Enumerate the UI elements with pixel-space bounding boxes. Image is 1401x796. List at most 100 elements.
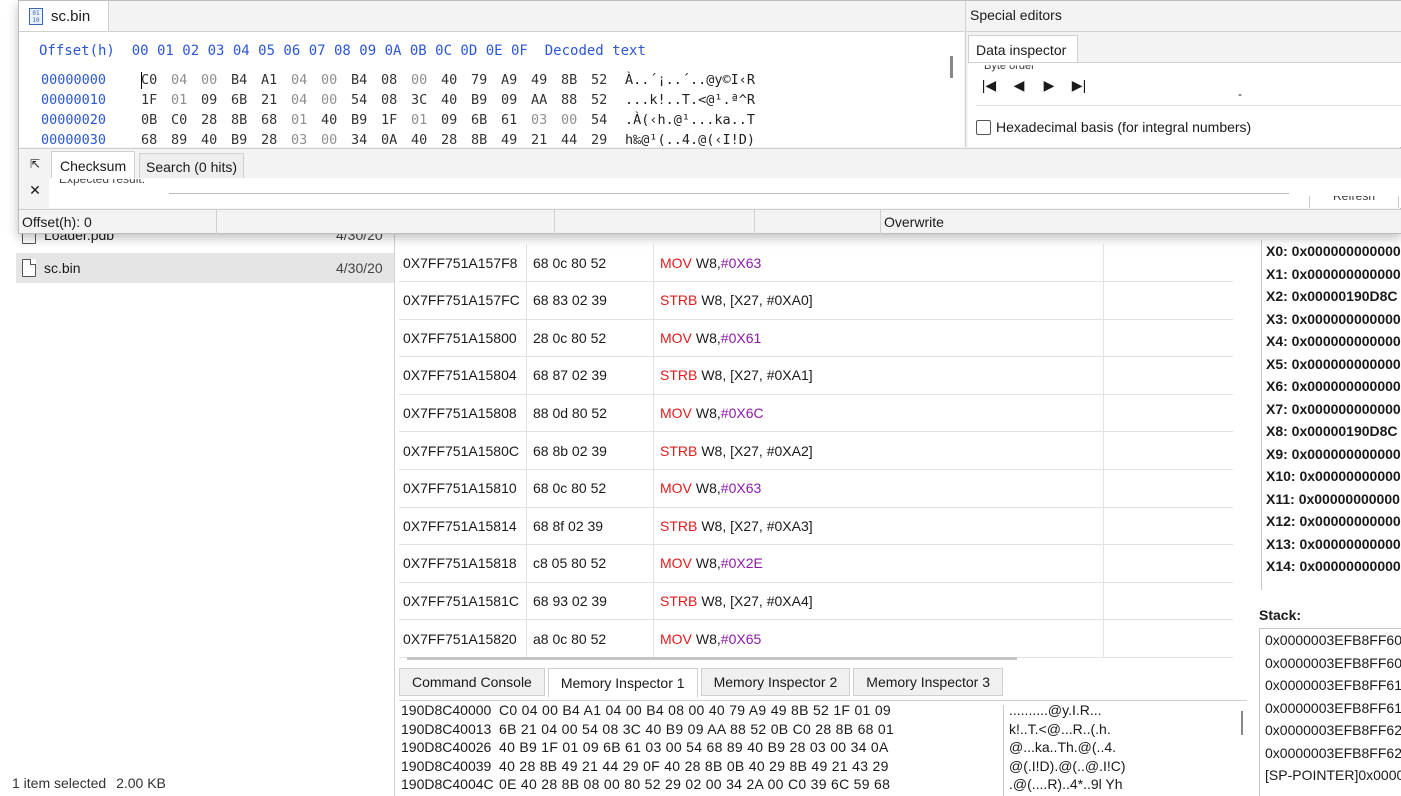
hex-row[interactable]: 00000000 C0 04 00 B4 A1 04 00 B4 08 00 40 79 A9 49 8B 52… xyxy=(41,70,755,90)
hex-byte[interactable]: 8B xyxy=(231,110,261,130)
disasm-row[interactable]: 0X7FF751A15814 68 8f 02 39 STRB W8, [X27, #… xyxy=(399,507,1233,546)
hex-byte[interactable]: A1 xyxy=(261,70,291,90)
tab-data-inspector[interactable]: Data inspector xyxy=(968,35,1078,63)
memory-row[interactable]: 190D8C40013 6B 21 04 00 54 08 3C 40 B9 09… xyxy=(399,720,1247,739)
file-row-sc-bin[interactable]: sc.bin 4/30/20 xyxy=(16,253,396,283)
file-tab-sc-bin[interactable]: 01 10 sc.bin xyxy=(19,1,109,31)
disasm-row[interactable]: 0X7FF751A15808 88 0d 80 52 MOV W8, #0X6C xyxy=(399,394,1233,433)
disasm-row[interactable]: 0X7FF751A1580C 68 8b 02 39 STRB W8, [X27, #… xyxy=(399,432,1233,470)
hex-byte[interactable]: A9 xyxy=(501,70,531,90)
hex-byte[interactable]: 09 xyxy=(441,110,471,130)
hex-byte[interactable]: 61 xyxy=(501,110,531,130)
hex-byte[interactable]: 54 xyxy=(591,110,621,130)
hex-byte[interactable]: 21 xyxy=(531,130,561,147)
hex-byte[interactable]: 00 xyxy=(321,130,351,147)
tab-memory-inspector-3[interactable]: Memory Inspector 3 xyxy=(853,668,1003,696)
hex-byte[interactable]: 04 xyxy=(171,70,201,90)
hex-scrollbar[interactable] xyxy=(950,56,953,78)
disasm-row[interactable]: 0X7FF751A15800 28 0c 80 52 MOV W8, #0X61 xyxy=(399,319,1233,358)
hex-byte[interactable]: 29 xyxy=(591,130,621,147)
hex-byte[interactable]: 6B xyxy=(471,110,501,130)
hex-byte[interactable]: B9 xyxy=(471,90,501,110)
hex-byte[interactable]: 34 xyxy=(351,130,381,147)
hex-byte[interactable]: 40 xyxy=(411,130,441,147)
hex-byte[interactable]: 8B xyxy=(561,70,591,90)
hex-byte[interactable]: 88 xyxy=(561,90,591,110)
disasm-row[interactable]: 0X7FF751A15818 c8 05 80 52 MOV W8, #0X2E xyxy=(399,544,1233,583)
hex-byte[interactable]: 28 xyxy=(261,130,291,147)
tab-checksum[interactable]: Checksum xyxy=(51,151,136,179)
memory-row[interactable]: 190D8C4004C 0E 40 28 8B 08 00 80 52 29 02… xyxy=(399,775,1247,794)
hex-row[interactable]: 00000030 68 89 40 B9 28 03 00 34 0A 40 28 8B 49 21 44 29… xyxy=(41,130,755,147)
memory-row[interactable]: 190D8C40000 C0 04 00 B4 A1 04 00 B4 08 00… xyxy=(399,701,1247,720)
hex-byte[interactable]: 28 xyxy=(201,110,231,130)
hex-byte[interactable]: 0A xyxy=(381,130,411,147)
hex-byte[interactable]: 49 xyxy=(501,130,531,147)
hex-byte[interactable]: 00 xyxy=(561,110,591,130)
hex-row[interactable]: 00000010 1F 01 09 6B 21 04 00 54 08 3C 40 B9 09 AA 88 52… xyxy=(41,90,755,110)
hex-byte[interactable]: 08 xyxy=(381,70,411,90)
hex-byte[interactable]: 09 xyxy=(501,90,531,110)
hex-byte[interactable]: 00 xyxy=(321,90,351,110)
hex-byte[interactable]: 09 xyxy=(201,90,231,110)
hex-byte[interactable]: 0B xyxy=(141,110,171,130)
disasm-row[interactable]: 0X7FF751A15810 68 0c 80 52 MOV W8, #0X63 xyxy=(399,469,1233,508)
last-icon[interactable]: ▶| xyxy=(1070,77,1088,94)
hex-byte[interactable]: 00 xyxy=(321,70,351,90)
hex-byte[interactable]: 8B xyxy=(471,130,501,147)
disasm-row[interactable]: 0X7FF751A1581C 68 93 02 39 STRB W8, [X27, #… xyxy=(399,582,1233,621)
hex-row[interactable]: 00000020 0B C0 28 8B 68 01 40 B9 1F 01 09 6B 61 03 00 54… xyxy=(41,110,755,130)
hex-byte[interactable]: 00 xyxy=(411,70,441,90)
tab-command-console[interactable]: Command Console xyxy=(399,668,545,696)
hex-byte[interactable]: 03 xyxy=(291,130,321,147)
tab-search[interactable]: Search (0 hits) xyxy=(139,153,245,179)
hex-byte[interactable]: 04 xyxy=(291,70,321,90)
memory-inspector-view[interactable]: 190D8C40000 C0 04 00 B4 A1 04 00 B4 08 00… xyxy=(399,700,1247,796)
previous-icon[interactable]: ◀ xyxy=(1010,77,1028,94)
disasm-row[interactable]: 0X7FF751A157F8 68 0c 80 52 MOV W8, #0X63 xyxy=(399,244,1233,282)
hex-byte[interactable]: 08 xyxy=(381,90,411,110)
hex-byte[interactable]: 3C xyxy=(411,90,441,110)
disasm-row[interactable]: 0X7FF751A15804 68 87 02 39 STRB W8, [X27, #… xyxy=(399,356,1233,395)
hex-byte[interactable]: B4 xyxy=(351,70,381,90)
hex-byte[interactable]: 79 xyxy=(471,70,501,90)
hex-view[interactable]: Offset(h) 00 01 02 03 04 05 06 07 08 09 … xyxy=(19,31,964,147)
hex-byte[interactable]: 03 xyxy=(531,110,561,130)
disassembly-table[interactable]: 0X7FF751A157F8 68 0c 80 52 MOV W8, #0X63 0X7… xyxy=(399,228,1235,658)
hex-byte[interactable]: B4 xyxy=(231,70,261,90)
first-icon[interactable]: |◀ xyxy=(980,77,998,94)
hex-byte[interactable]: 68 xyxy=(261,110,291,130)
hex-byte[interactable]: 40 xyxy=(201,130,231,147)
next-icon[interactable]: ▶ xyxy=(1040,77,1058,94)
checkbox-box[interactable] xyxy=(976,119,991,135)
tab-memory-inspector-2[interactable]: Memory Inspector 2 xyxy=(700,668,851,696)
hex-byte[interactable]: 44 xyxy=(561,130,591,147)
memory-row[interactable]: 190D8C40039 40 28 8B 49 21 44 29 0F 40 28… xyxy=(399,757,1247,776)
hex-byte[interactable]: C0 xyxy=(141,70,171,90)
hex-byte[interactable]: 04 xyxy=(291,90,321,110)
hex-byte[interactable]: 1F xyxy=(141,90,171,110)
hex-byte[interactable]: B9 xyxy=(231,130,261,147)
hex-byte[interactable]: 89 xyxy=(171,130,201,147)
disasm-row[interactable]: 0X7FF751A15820 a8 0c 80 52 MOV W8, #0X65 xyxy=(399,620,1233,658)
hex-byte[interactable]: 54 xyxy=(351,90,381,110)
hex-byte[interactable]: 52 xyxy=(591,70,621,90)
hex-basis-checkbox[interactable]: Hexadecimal basis (for integral numbers) xyxy=(976,119,1251,135)
hex-byte[interactable]: 6B xyxy=(231,90,261,110)
hex-byte[interactable]: 01 xyxy=(411,110,441,130)
hex-byte[interactable]: 40 xyxy=(441,90,471,110)
close-icon[interactable]: ✕ xyxy=(23,177,47,203)
hex-byte[interactable]: 68 xyxy=(141,130,171,147)
memory-scrollbar[interactable] xyxy=(1241,711,1243,735)
refresh-button[interactable]: Refresh xyxy=(1309,196,1399,208)
hex-byte[interactable]: 01 xyxy=(291,110,321,130)
pin-icon[interactable]: ⇱ xyxy=(23,151,47,177)
hex-byte[interactable]: AA xyxy=(531,90,561,110)
expected-result-input[interactable] xyxy=(169,188,1289,194)
hex-byte[interactable]: 49 xyxy=(531,70,561,90)
hex-byte[interactable]: 40 xyxy=(441,70,471,90)
memory-row[interactable]: 190D8C40026 40 B9 1F 01 09 6B 61 03 00 54… xyxy=(399,738,1247,757)
hex-byte[interactable]: 28 xyxy=(441,130,471,147)
disasm-row[interactable]: 0X7FF751A157FC 68 83 02 39 STRB W8, [X27, #… xyxy=(399,281,1233,320)
hex-byte[interactable]: 00 xyxy=(201,70,231,90)
